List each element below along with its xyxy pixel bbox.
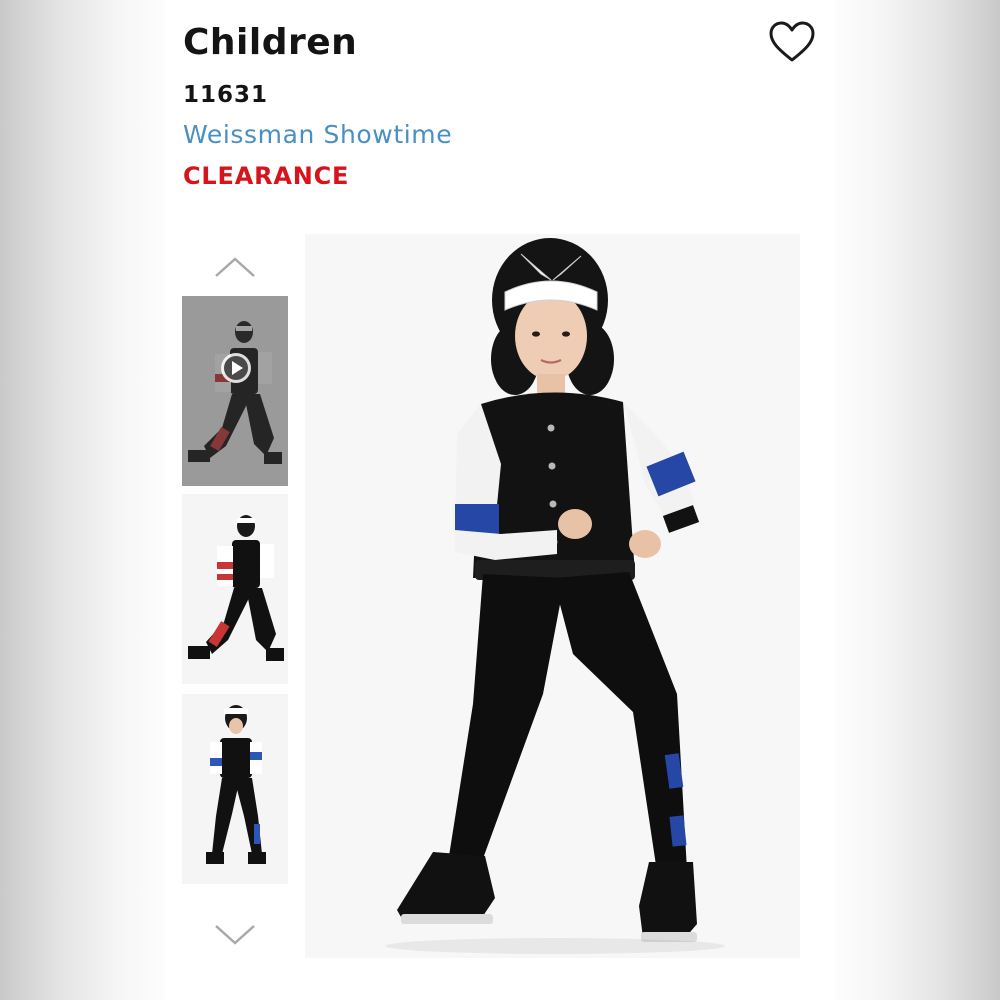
heart-outline-icon — [769, 21, 815, 62]
clearance-badge: CLEARANCE — [183, 162, 350, 190]
thumbnail-front-pose-image — [182, 694, 288, 884]
chevron-up-icon — [215, 257, 255, 277]
product-category-title: Children — [183, 22, 358, 63]
gallery-up-button[interactable] — [212, 254, 258, 280]
gallery-down-button[interactable] — [212, 922, 258, 948]
thumbnail-video[interactable] — [182, 296, 288, 486]
chevron-down-icon — [215, 925, 255, 945]
play-icon — [221, 353, 251, 383]
main-product-image[interactable] — [305, 234, 800, 958]
thumbnail-side-pose-image — [182, 494, 288, 684]
product-sku: 11631 — [183, 82, 269, 108]
thumbnail-front-pose[interactable] — [182, 694, 288, 884]
thumbnail-side-pose[interactable] — [182, 494, 288, 684]
favorite-button[interactable] — [768, 20, 816, 64]
thumbnail-video-image — [182, 296, 288, 486]
brand-link[interactable]: Weissman Showtime — [183, 120, 452, 149]
main-product-image-illustration — [305, 234, 800, 958]
